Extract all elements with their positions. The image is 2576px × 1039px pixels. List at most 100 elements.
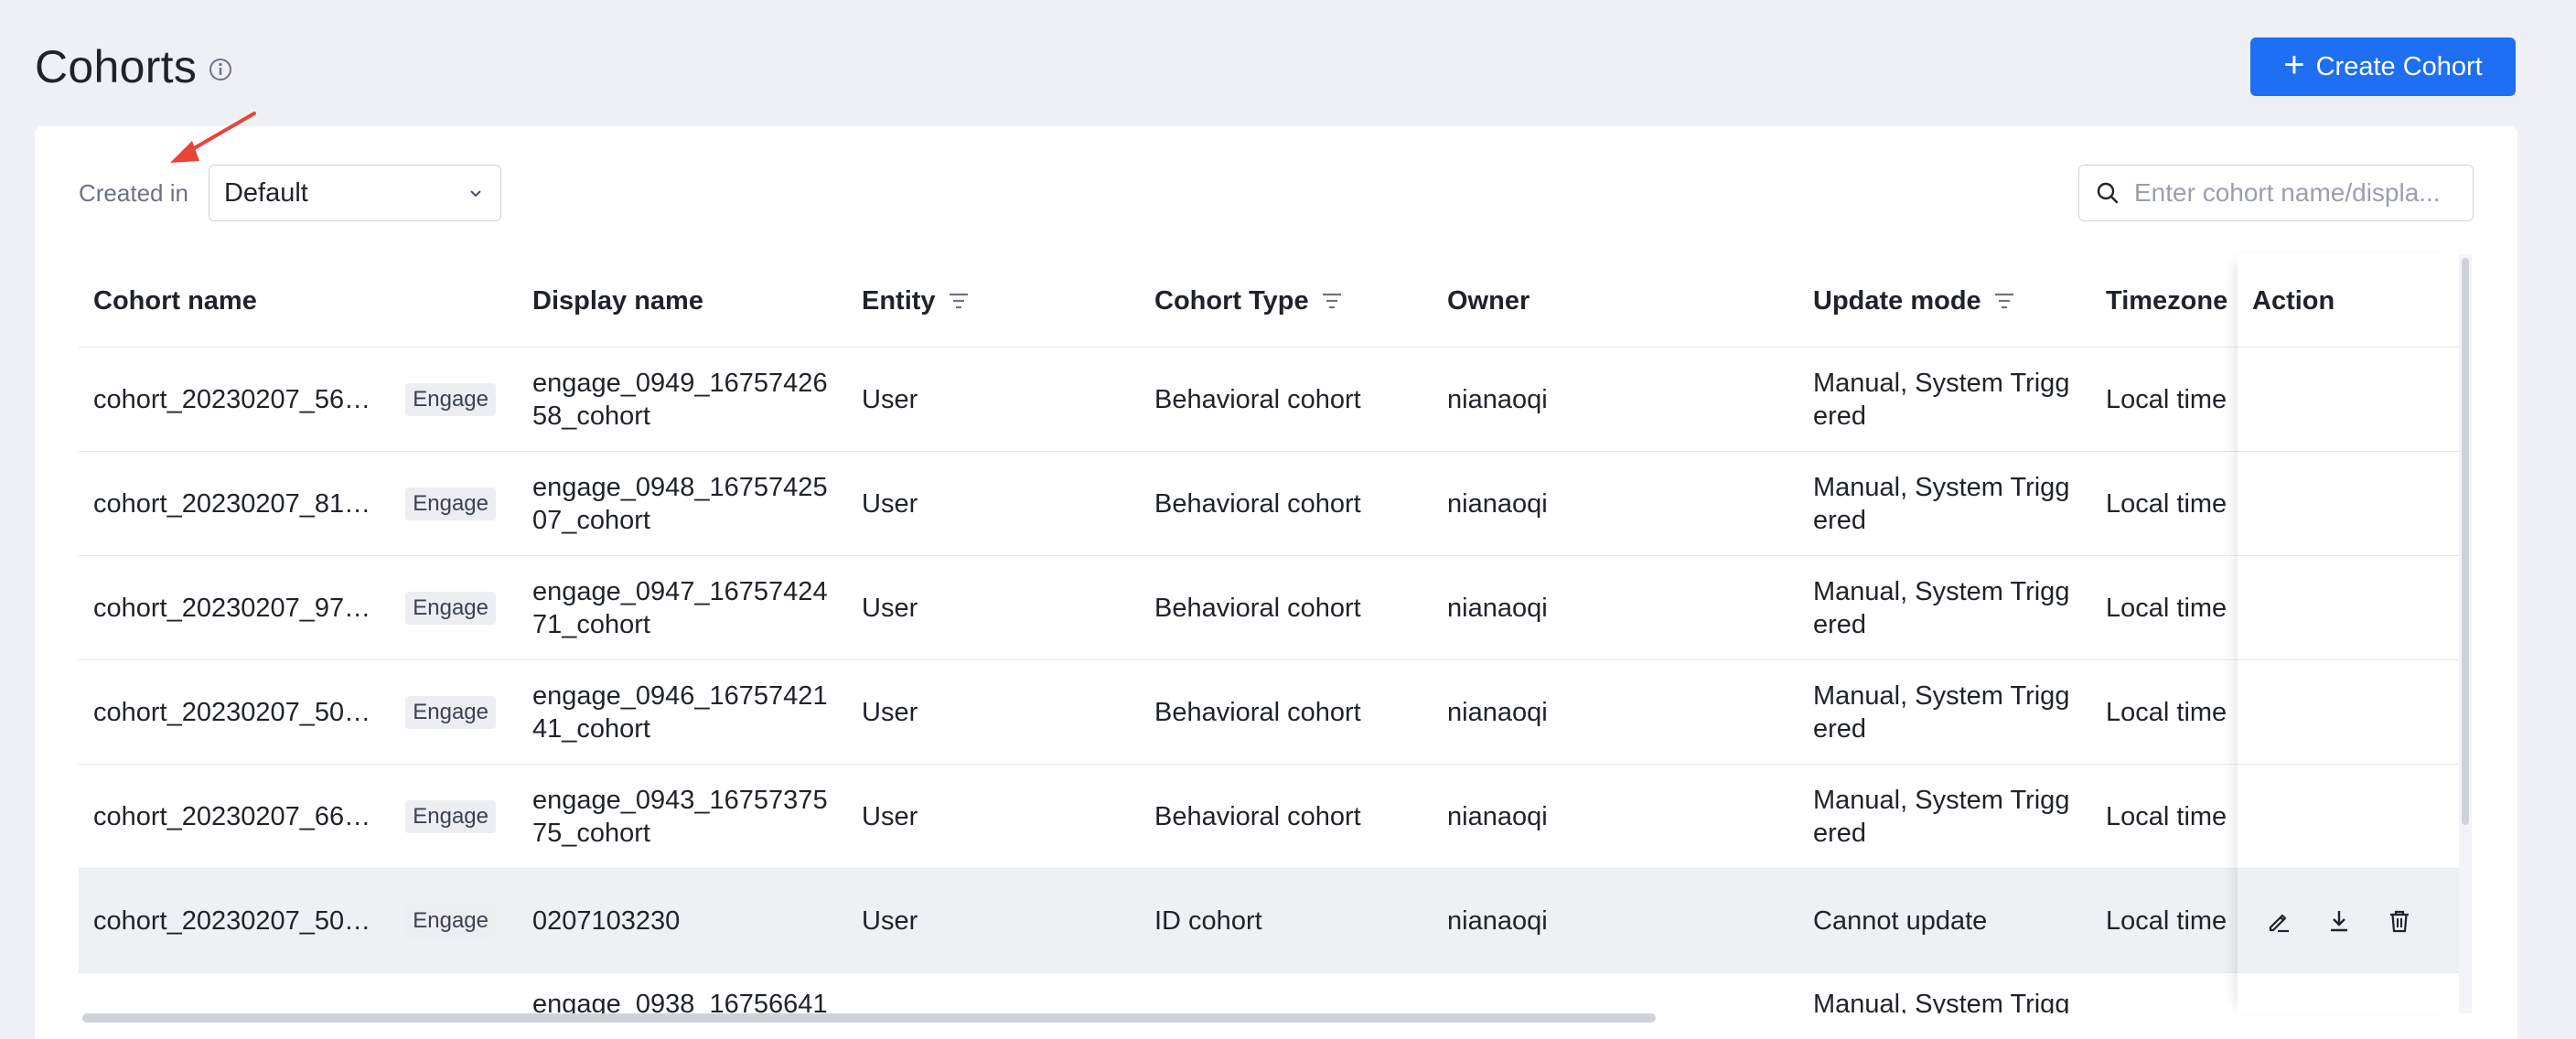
- cohort-name-link[interactable]: cohort_20230207_507…: [93, 905, 384, 937]
- timezone-cell: Local time: [2106, 801, 2227, 831]
- download-icon[interactable]: [2325, 907, 2353, 935]
- filter-icon[interactable]: [1320, 290, 1344, 312]
- owner-cell: nianaoqi: [1447, 905, 1548, 936]
- vertical-scroll-thumb[interactable]: [2462, 258, 2469, 825]
- cohort-name-link[interactable]: cohort_20230207_818…: [93, 487, 384, 520]
- search-input[interactable]: [2134, 178, 2445, 208]
- vertical-scrollbar[interactable]: [2459, 254, 2472, 1013]
- cohort-name-cell: cohort_20230207_661… Engage: [79, 799, 518, 833]
- owner-cell: nianaoqi: [1447, 801, 1548, 831]
- cohort-type-cell: Behavioral cohort: [1154, 593, 1361, 623]
- row-actions: [2252, 907, 2444, 935]
- update-mode-cell: Manual, System Triggered: [1813, 472, 2070, 535]
- update-mode-cell: Manual, System Trigge: [1813, 990, 2070, 1013]
- engage-tag: Engage: [405, 799, 496, 833]
- table-row[interactable]: engage_0938_167566419 Manual, System Tri…: [79, 973, 2459, 1013]
- info-circle-icon[interactable]: [208, 57, 233, 82]
- update-mode-cell: Manual, System Triggered: [1813, 785, 2070, 848]
- table-header: Cohort name Display name Entity Cohort T…: [79, 254, 2459, 348]
- plus-icon: +: [2283, 45, 2305, 85]
- annotation-arrow-icon: [170, 112, 256, 163]
- timezone-cell: Local time: [2106, 384, 2227, 414]
- cohort-name-link[interactable]: cohort_20230207_661…: [93, 800, 384, 833]
- display-name-cell: engage_0948_1675742507_cohort: [532, 472, 828, 535]
- col-owner: Owner: [1447, 285, 1530, 316]
- search-box[interactable]: [2078, 165, 2474, 221]
- display-name-cell: engage_0943_1675737575_cohort: [532, 785, 828, 848]
- col-display-name: Display name: [532, 285, 703, 316]
- table-row[interactable]: cohort_20230207_507… Engage 0207103230 Us…: [79, 869, 2459, 973]
- timezone-cell: Local time: [2106, 905, 2227, 936]
- filter-icon[interactable]: [1992, 290, 2016, 312]
- engage-tag: Engage: [405, 382, 496, 416]
- created-in-value: Default: [223, 177, 308, 208]
- table-row[interactable]: cohort_20230207_977… Engage engage_0947_1…: [79, 556, 2459, 660]
- update-mode-cell: Manual, System Triggered: [1813, 576, 2070, 639]
- col-action: Action: [2252, 285, 2335, 316]
- created-in-label: Created in: [79, 178, 188, 207]
- col-cohort-name: Cohort name: [93, 285, 257, 316]
- timezone-cell: Local time: [2106, 697, 2227, 727]
- action-cell: [2238, 907, 2459, 935]
- search-icon: [2097, 182, 2119, 204]
- horizontal-scrollbar[interactable]: [79, 1012, 2459, 1024]
- edit-icon[interactable]: [2265, 907, 2292, 935]
- display-name-cell: 0207103230: [532, 905, 681, 936]
- cohort-name-link[interactable]: cohort_20230207_977…: [93, 592, 384, 625]
- cohort-type-cell: Behavioral cohort: [1154, 697, 1361, 727]
- cohorts-card: Created in Default Cohort name Display n…: [35, 126, 2517, 1039]
- filter-icon[interactable]: [947, 290, 971, 312]
- created-in-select[interactable]: Default: [208, 165, 501, 221]
- update-mode-cell: Manual, System Triggered: [1813, 680, 2070, 744]
- cohort-name-link[interactable]: cohort_20230207_508…: [93, 696, 384, 729]
- create-cohort-label: Create Cohort: [2315, 51, 2483, 81]
- trash-icon[interactable]: [2386, 907, 2413, 935]
- engage-tag: Engage: [405, 695, 496, 729]
- cohorts-table: Cohort name Display name Entity Cohort T…: [79, 254, 2459, 1013]
- timezone-cell: Local time: [2106, 593, 2227, 623]
- table-row[interactable]: cohort_20230207_508… Engage engage_0946_1…: [79, 660, 2459, 765]
- cohort-type-cell: Behavioral cohort: [1154, 488, 1361, 519]
- entity-cell: User: [862, 488, 918, 519]
- cohort-name-cell: cohort_20230207_977… Engage: [79, 591, 518, 625]
- cohort-type-cell: Behavioral cohort: [1154, 801, 1361, 831]
- horizontal-scroll-thumb[interactable]: [82, 1013, 1656, 1023]
- engage-tag: Engage: [405, 591, 496, 625]
- display-name-cell: engage_0938_167566419: [532, 990, 828, 1013]
- page-header: Cohorts + Create Cohort: [35, 27, 2516, 106]
- display-name-cell: engage_0946_1675742141_cohort: [532, 680, 828, 744]
- cohort-type-cell: ID cohort: [1154, 905, 1262, 936]
- table-row[interactable]: cohort_20230207_567… Engage engage_0949_1…: [79, 348, 2459, 452]
- title-wrap: Cohorts: [35, 40, 233, 93]
- entity-cell: User: [862, 384, 918, 414]
- cohort-name-cell: cohort_20230207_818… Engage: [79, 487, 518, 520]
- entity-cell: User: [862, 905, 918, 936]
- owner-cell: nianaoqi: [1447, 384, 1548, 414]
- cohort-name-cell: cohort_20230207_507… Engage: [79, 904, 518, 937]
- col-entity: Entity: [847, 284, 1140, 317]
- cohort-name-link[interactable]: cohort_20230207_567…: [93, 383, 384, 416]
- update-mode-cell: Manual, System Triggered: [1813, 368, 2070, 431]
- chevron-down-icon: [470, 190, 481, 198]
- cohort-name-cell: cohort_20230207_508… Engage: [79, 695, 518, 729]
- engage-tag: Engage: [405, 904, 496, 937]
- display-name-cell: engage_0947_1675742471_cohort: [532, 576, 828, 639]
- owner-cell: nianaoqi: [1447, 488, 1548, 519]
- timezone-cell: Local time: [2106, 488, 2227, 519]
- entity-cell: User: [862, 593, 918, 623]
- col-update-mode: Update mode: [1798, 284, 2091, 317]
- cohort-type-cell: Behavioral cohort: [1154, 384, 1361, 414]
- display-name-cell: engage_0949_1675742658_cohort: [532, 368, 828, 431]
- owner-cell: nianaoqi: [1447, 593, 1548, 623]
- owner-cell: nianaoqi: [1447, 697, 1548, 727]
- filter-row: Created in Default: [79, 165, 501, 221]
- entity-cell: User: [862, 801, 918, 831]
- table-row[interactable]: cohort_20230207_661… Engage engage_0943_1…: [79, 765, 2459, 869]
- col-cohort-type: Cohort Type: [1140, 284, 1433, 317]
- create-cohort-button[interactable]: + Create Cohort: [2250, 37, 2516, 96]
- col-timezone: Timezone: [2106, 285, 2228, 316]
- update-mode-cell: Cannot update: [1813, 905, 1988, 936]
- engage-tag: Engage: [405, 487, 496, 520]
- table-row[interactable]: cohort_20230207_818… Engage engage_0948_1…: [79, 452, 2459, 556]
- cohort-name-cell: cohort_20230207_567… Engage: [79, 382, 518, 416]
